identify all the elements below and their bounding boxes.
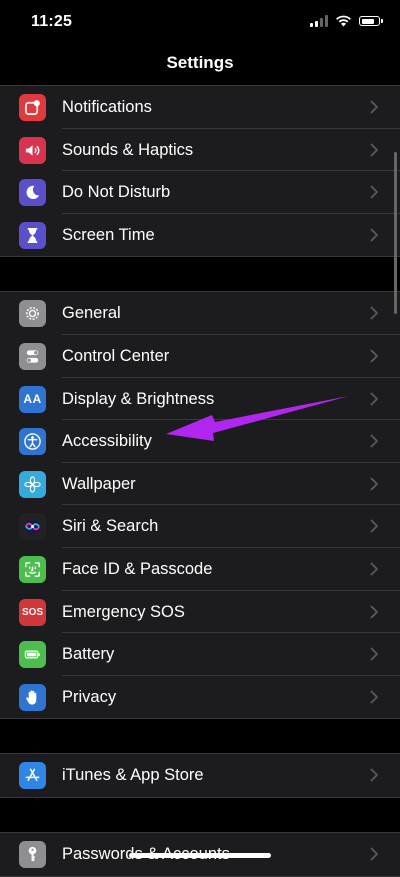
row-label: Display & Brightness bbox=[62, 389, 215, 408]
group-gap bbox=[0, 719, 400, 754]
row-label: General bbox=[62, 304, 121, 323]
settings-row-wallpaper[interactable]: Wallpaper bbox=[0, 463, 400, 506]
chevron-right-icon bbox=[370, 562, 378, 576]
key-icon bbox=[19, 840, 46, 868]
hand-icon bbox=[19, 683, 46, 711]
chevron-right-icon bbox=[370, 690, 378, 704]
chevron-right-icon bbox=[370, 647, 378, 661]
chevron-right-icon bbox=[370, 349, 378, 363]
notifications-icon bbox=[19, 94, 46, 121]
group-gap bbox=[0, 257, 400, 292]
row-label: Accessibility bbox=[62, 432, 152, 451]
row-label: Control Center bbox=[62, 346, 170, 365]
cellular-signal-icon bbox=[310, 15, 328, 27]
face-id-icon bbox=[19, 555, 46, 583]
row-label: Do Not Disturb bbox=[62, 183, 171, 202]
chevron-right-icon bbox=[370, 604, 378, 619]
moon-icon bbox=[19, 179, 46, 207]
scroll-indicator[interactable] bbox=[394, 152, 397, 314]
row-label: Sounds & Haptics bbox=[62, 140, 194, 159]
sos-icon: SOS bbox=[19, 598, 46, 626]
status-bar: 11:25 bbox=[0, 0, 400, 46]
toggles-icon bbox=[19, 342, 46, 370]
settings-row-battery[interactable]: Battery bbox=[0, 633, 400, 676]
settings-row-siri-search[interactable]: Siri & Search bbox=[0, 505, 400, 548]
row-label: Battery bbox=[62, 645, 115, 664]
app-store-icon bbox=[19, 762, 46, 790]
gear-icon bbox=[19, 300, 46, 328]
chevron-right-icon bbox=[370, 434, 378, 448]
flower-icon bbox=[19, 470, 46, 498]
settings-row-itunes-app-store[interactable]: iTunes & App Store bbox=[0, 754, 400, 797]
chevron-right-icon bbox=[370, 847, 378, 861]
row-label: Emergency SOS bbox=[62, 602, 185, 621]
settings-list: Notifications Sounds & Haptics Do Not Di… bbox=[0, 85, 400, 877]
row-label: Privacy bbox=[62, 687, 117, 706]
settings-row-display-brightness[interactable]: AA Display & Brightness bbox=[0, 378, 400, 421]
page-title: Settings bbox=[166, 53, 234, 72]
home-indicator[interactable] bbox=[129, 853, 271, 858]
chevron-right-icon bbox=[370, 306, 378, 321]
status-time: 11:25 bbox=[31, 13, 73, 30]
settings-row-screen-time[interactable]: Screen Time bbox=[0, 214, 400, 257]
settings-group: General Control Center AA Display & Brig… bbox=[0, 291, 400, 720]
row-label: Screen Time bbox=[62, 225, 155, 244]
row-label: Siri & Search bbox=[62, 517, 159, 536]
accessibility-icon bbox=[19, 428, 46, 456]
text-size-glyph: AA bbox=[23, 392, 42, 407]
settings-row-accessibility[interactable]: Accessibility bbox=[0, 420, 400, 463]
hourglass-icon bbox=[19, 221, 46, 249]
settings-row-do-not-disturb[interactable]: Do Not Disturb bbox=[0, 171, 400, 214]
settings-row-emergency-sos[interactable]: SOS Emergency SOS bbox=[0, 591, 400, 634]
chevron-right-icon bbox=[370, 391, 378, 406]
speaker-icon bbox=[19, 136, 46, 164]
settings-row-control-center[interactable]: Control Center bbox=[0, 335, 400, 378]
siri-icon bbox=[19, 513, 46, 541]
settings-row-notifications[interactable]: Notifications bbox=[0, 86, 400, 129]
text-size-icon: AA bbox=[19, 385, 46, 413]
chevron-right-icon bbox=[370, 228, 378, 242]
chevron-right-icon bbox=[370, 142, 378, 157]
row-label: Notifications bbox=[62, 98, 152, 116]
chevron-right-icon bbox=[370, 477, 378, 491]
sos-glyph: SOS bbox=[21, 606, 44, 618]
settings-group: iTunes & App Store bbox=[0, 753, 400, 798]
group-gap bbox=[0, 797, 400, 832]
wifi-icon bbox=[336, 15, 351, 27]
chevron-right-icon bbox=[370, 100, 378, 114]
chevron-right-icon bbox=[370, 519, 378, 533]
settings-row-general[interactable]: General bbox=[0, 292, 400, 335]
battery-icon bbox=[19, 641, 46, 669]
row-label: iTunes & App Store bbox=[62, 766, 204, 785]
battery-status-icon bbox=[359, 16, 383, 26]
row-label: Wallpaper bbox=[62, 474, 136, 493]
settings-row-sounds-haptics[interactable]: Sounds & Haptics bbox=[0, 129, 400, 172]
chevron-right-icon bbox=[370, 768, 378, 782]
chevron-right-icon bbox=[370, 185, 378, 199]
status-icons bbox=[310, 15, 383, 27]
settings-row-privacy[interactable]: Privacy bbox=[0, 676, 400, 719]
settings-group: Notifications Sounds & Haptics Do Not Di… bbox=[0, 85, 400, 258]
settings-row-face-id-passcode[interactable]: Face ID & Passcode bbox=[0, 548, 400, 591]
row-label: Face ID & Passcode bbox=[62, 559, 213, 578]
